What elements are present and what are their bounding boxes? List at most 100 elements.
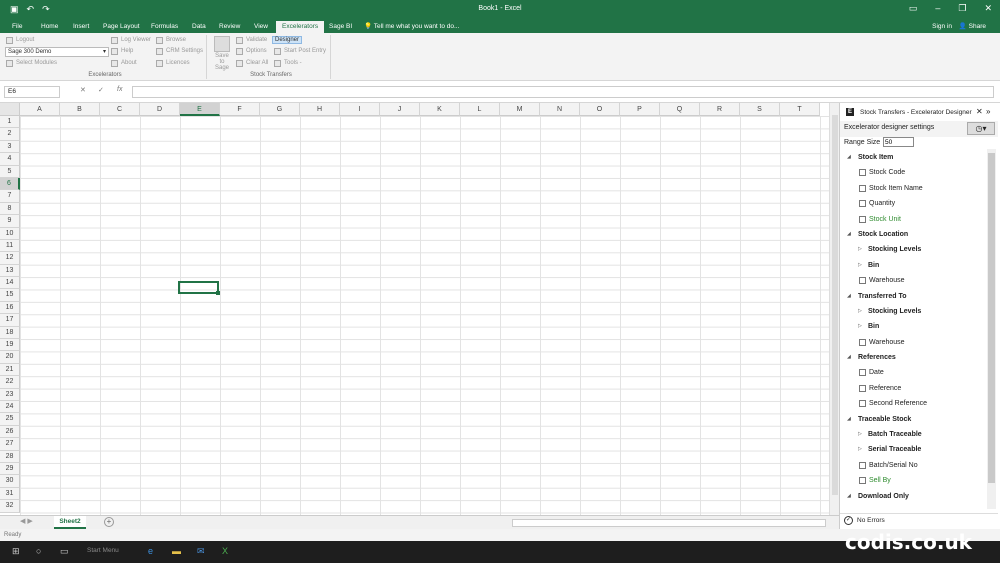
tree-field[interactable]: Reference <box>842 381 987 396</box>
column-header[interactable]: I <box>340 103 380 116</box>
ribbon-display-icon[interactable]: ▭ <box>909 3 918 14</box>
column-header[interactable]: G <box>260 103 300 116</box>
log-viewer-button[interactable]: Log Viewer <box>111 35 151 45</box>
tab-formulas[interactable]: Formulas <box>145 21 184 33</box>
expand-arrow-icon[interactable]: ◢ <box>847 227 853 242</box>
tab-page-layout[interactable]: Page Layout <box>97 21 146 33</box>
vertical-scrollbar[interactable] <box>829 103 839 515</box>
about-button[interactable]: About <box>111 58 137 68</box>
close-icon[interactable]: ✕ <box>976 107 983 116</box>
tree-field[interactable]: Warehouse <box>842 335 987 350</box>
horizontal-scrollbar[interactable] <box>512 519 826 527</box>
sign-in-link[interactable]: Sign in <box>932 21 952 32</box>
tree-group[interactable]: ◢ Download Only <box>842 489 987 504</box>
insert-function-icon[interactable]: fx <box>117 86 122 93</box>
tab-file[interactable]: File <box>6 21 28 33</box>
row-header[interactable]: 23 <box>0 388 20 401</box>
field-checkbox[interactable] <box>859 400 866 408</box>
tab-excelerators[interactable]: Excelerators <box>276 21 325 33</box>
tree-subgroup[interactable]: ▷ Serial Traceable <box>842 442 987 457</box>
collapse-arrow-icon[interactable]: ▷ <box>858 319 864 334</box>
row-header[interactable]: 26 <box>0 425 20 439</box>
column-header[interactable]: O <box>580 103 620 116</box>
tab-data[interactable]: Data <box>186 21 212 33</box>
row-header[interactable]: 19 <box>0 339 20 352</box>
column-header[interactable]: L <box>460 103 500 116</box>
row-header[interactable]: 13 <box>0 264 20 278</box>
share-button[interactable]: 👤 Share <box>959 21 986 32</box>
tree-field[interactable]: Quantity <box>842 196 987 211</box>
field-checkbox[interactable] <box>859 369 866 377</box>
settings-dropdown-button[interactable]: ◷▾ <box>967 122 995 135</box>
row-header[interactable]: 15 <box>0 289 20 302</box>
active-cell[interactable] <box>178 281 220 295</box>
tree-group[interactable]: ◢ Transferred To <box>842 289 987 304</box>
column-header[interactable]: C <box>100 103 140 116</box>
designer-button[interactable]: Designer <box>272 35 303 45</box>
tab-sage-bi[interactable]: Sage BI <box>323 21 358 33</box>
row-header[interactable]: 2 <box>0 128 20 141</box>
company-select[interactable]: Sage 300 Demo ▾ <box>5 47 109 57</box>
column-header[interactable]: D <box>140 103 180 116</box>
expand-arrow-icon[interactable]: ◢ <box>847 350 853 365</box>
collapse-arrow-icon[interactable]: ▷ <box>858 242 864 257</box>
column-header[interactable]: E <box>180 103 220 116</box>
tree-field[interactable]: Stock Item Name <box>842 181 987 196</box>
row-header[interactable]: 30 <box>0 475 20 488</box>
column-header[interactable]: F <box>220 103 260 116</box>
row-header[interactable]: 31 <box>0 487 20 501</box>
validate-button[interactable]: Validate <box>236 35 267 45</box>
tree-subgroup[interactable]: ▷Stock Item <box>842 504 987 509</box>
tree-subgroup[interactable]: ▷ Stocking Levels <box>842 242 987 257</box>
add-sheet-icon[interactable]: + <box>104 517 114 527</box>
row-header[interactable]: 5 <box>0 165 20 178</box>
column-header[interactable]: Q <box>660 103 700 116</box>
expand-arrow-icon[interactable]: ◢ <box>847 412 853 427</box>
scrollbar-thumb[interactable] <box>832 115 838 495</box>
field-checkbox[interactable] <box>859 338 866 346</box>
row-header[interactable]: 16 <box>0 301 20 315</box>
crm-settings-button[interactable]: CRM Settings <box>156 46 203 56</box>
collapse-arrow-icon[interactable]: ▷ <box>858 258 864 273</box>
browse-button[interactable]: Browse <box>156 35 186 45</box>
options-button[interactable]: Options <box>236 46 267 56</box>
cell-area[interactable] <box>20 116 830 515</box>
column-header[interactable]: M <box>500 103 540 116</box>
tree-group[interactable]: ◢ References <box>842 350 987 365</box>
column-header[interactable]: H <box>300 103 340 116</box>
cancel-icon[interactable]: ✕ <box>80 86 86 94</box>
logout-button[interactable]: Logout <box>6 35 34 45</box>
row-header[interactable]: 22 <box>0 376 20 389</box>
row-header[interactable]: 28 <box>0 450 20 463</box>
edge-icon[interactable]: e <box>148 546 153 556</box>
select-modules-button[interactable]: Select Modules <box>6 58 57 68</box>
collapse-arrow-icon[interactable]: ▷ <box>858 304 864 319</box>
column-header[interactable]: K <box>420 103 460 116</box>
select-all-corner[interactable] <box>0 103 20 116</box>
row-header[interactable]: 32 <box>0 500 20 513</box>
task-view-icon[interactable]: ▭ <box>60 546 69 557</box>
column-header[interactable]: A <box>20 103 60 116</box>
row-header[interactable]: 4 <box>0 153 20 166</box>
help-button[interactable]: Help <box>111 46 133 56</box>
collapse-arrow-icon[interactable]: ▷ <box>858 442 864 457</box>
tab-home[interactable]: Home <box>35 21 64 33</box>
row-header[interactable]: 17 <box>0 314 20 327</box>
column-header[interactable]: T <box>780 103 820 116</box>
start-menu-label[interactable]: Start Menu <box>87 547 119 554</box>
column-header[interactable]: R <box>700 103 740 116</box>
range-size-input[interactable] <box>883 137 914 147</box>
row-header[interactable]: 6 <box>0 177 20 191</box>
row-header[interactable]: 11 <box>0 239 20 253</box>
tree-subgroup[interactable]: ▷ Stocking Levels <box>842 304 987 319</box>
collapse-icon[interactable]: » <box>986 107 990 116</box>
collapse-arrow-icon[interactable]: ▷ <box>858 504 864 509</box>
tree-group[interactable]: ◢ Stock Item <box>842 150 987 165</box>
formula-input[interactable] <box>132 86 994 98</box>
row-header[interactable]: 3 <box>0 140 20 154</box>
tree-subgroup[interactable]: ▷ Batch Traceable <box>842 427 987 442</box>
tree-field[interactable]: Stock Unit <box>842 212 987 227</box>
field-checkbox[interactable] <box>859 477 866 485</box>
tab-review[interactable]: Review <box>213 21 246 33</box>
row-header[interactable]: 18 <box>0 326 20 340</box>
